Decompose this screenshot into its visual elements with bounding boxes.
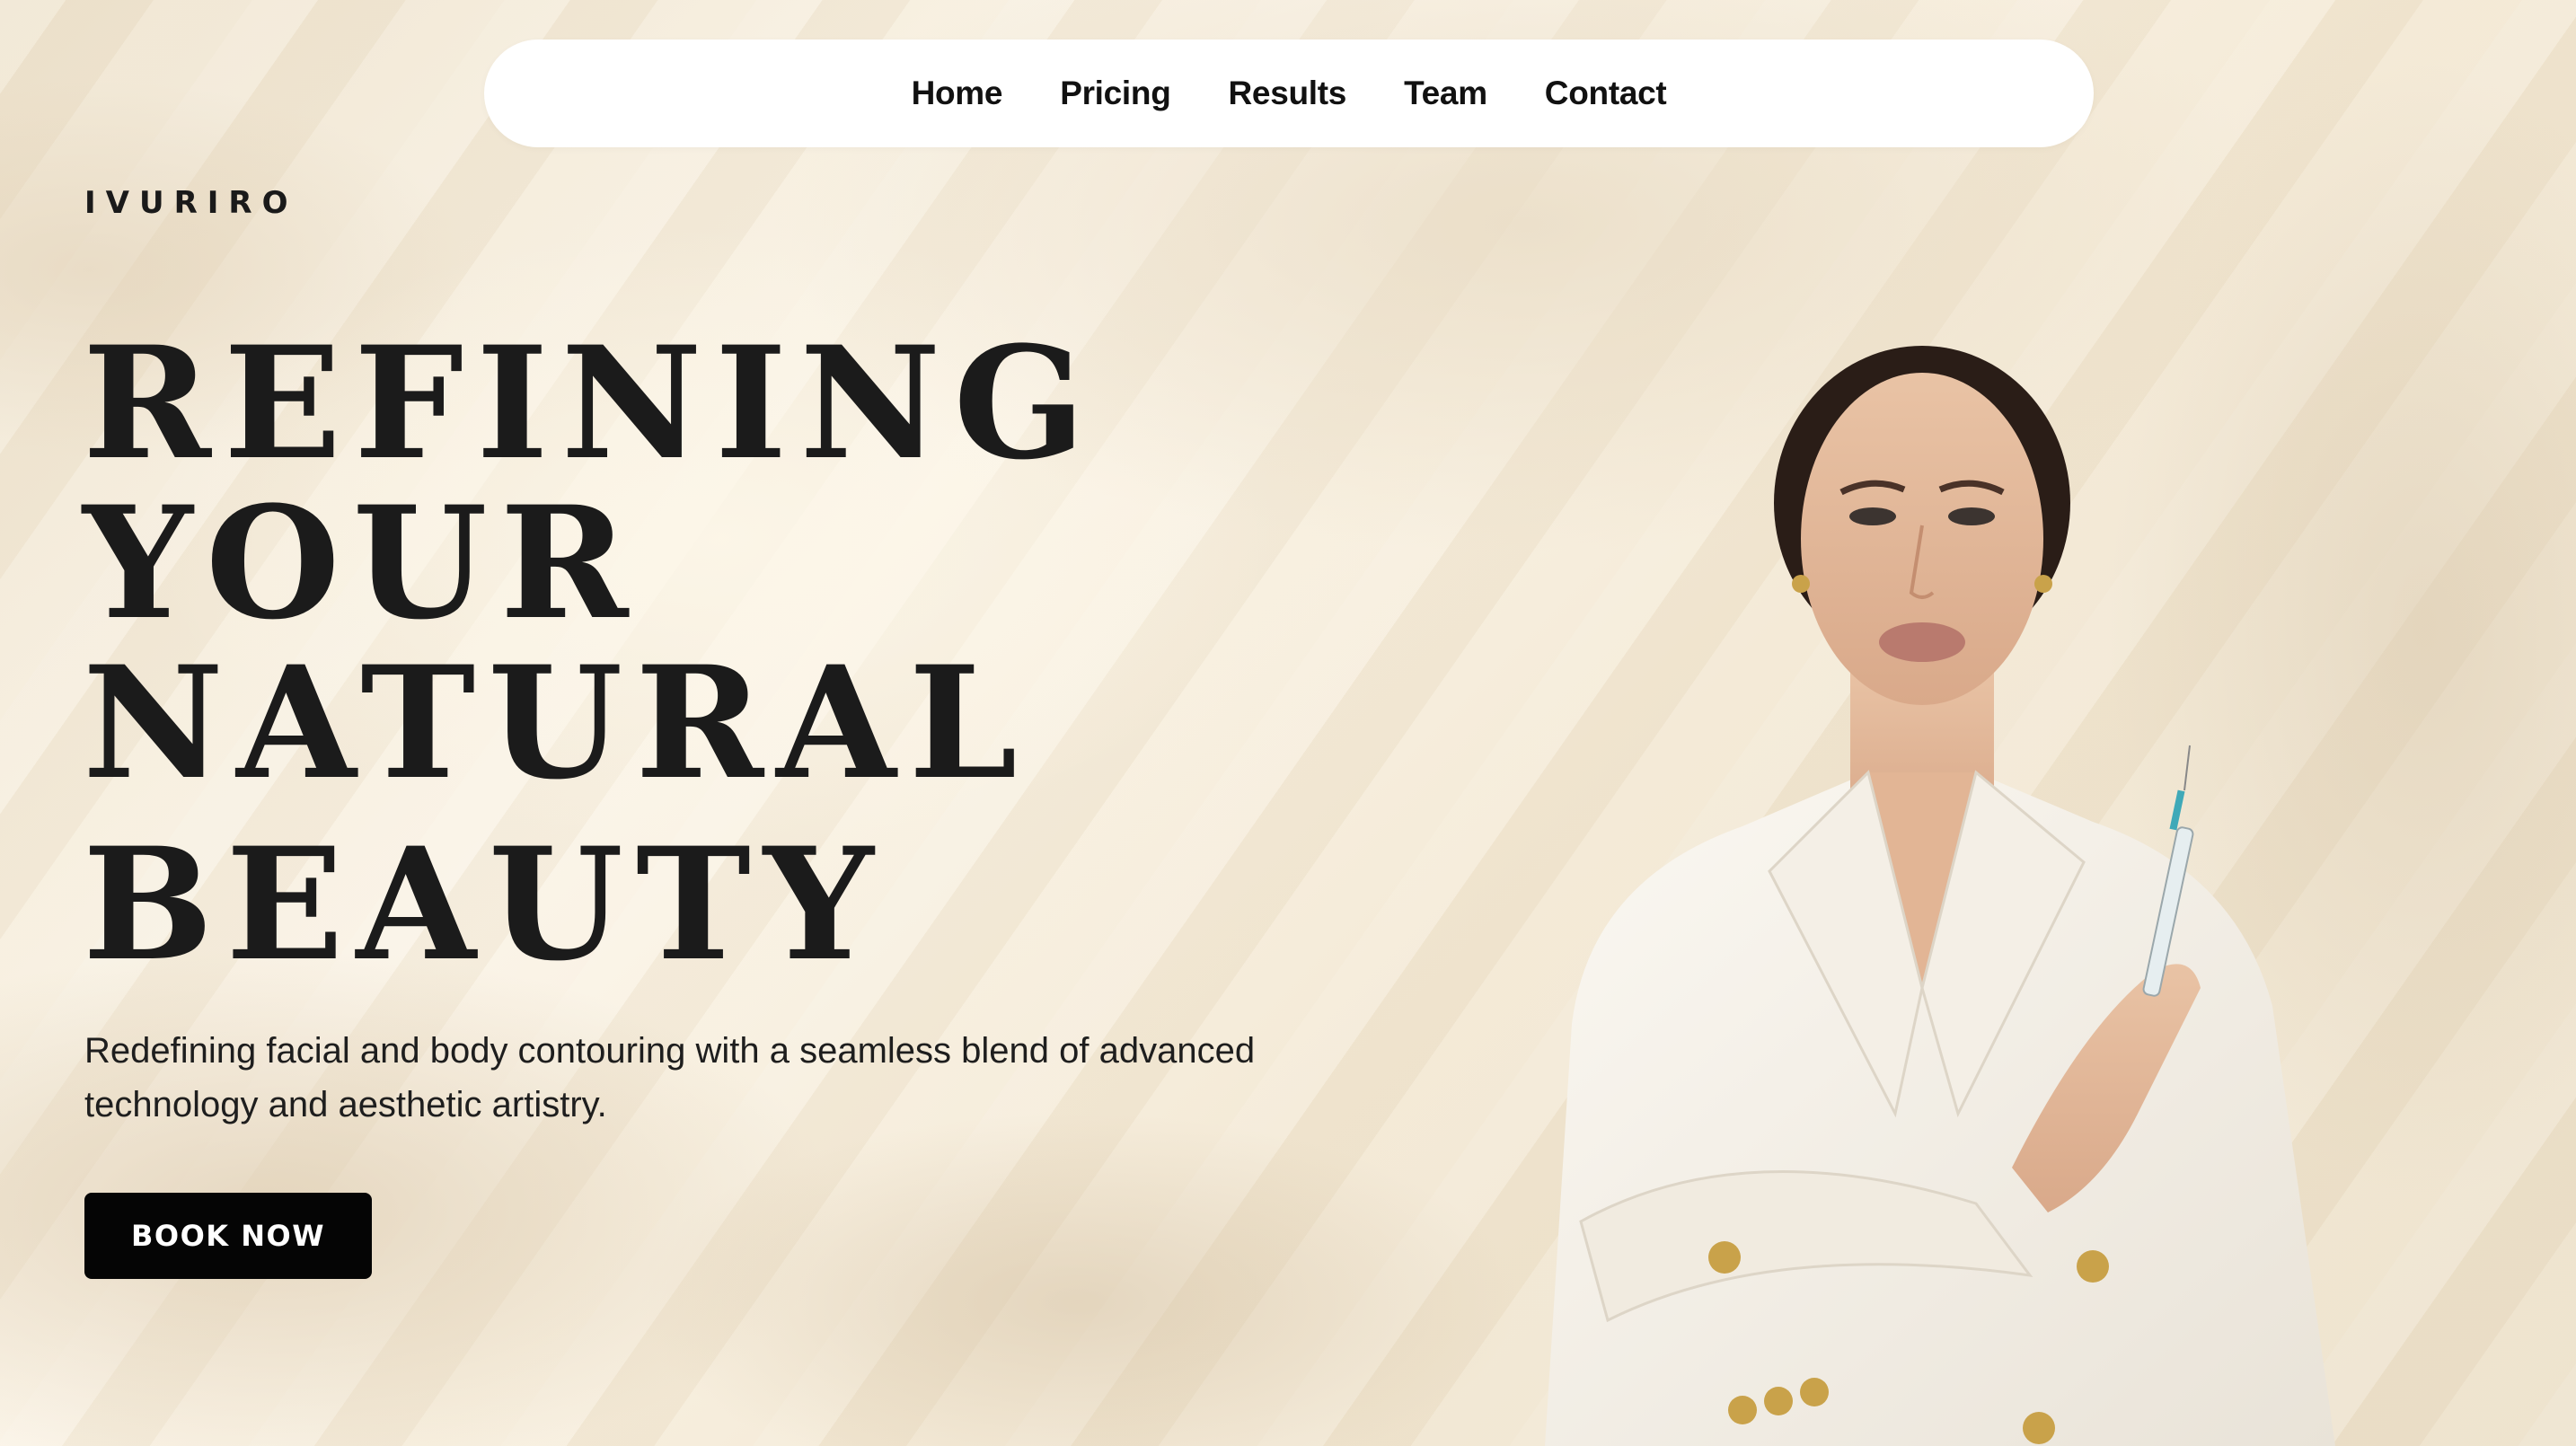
nav-results-link[interactable]: Results — [1229, 75, 1347, 112]
brand-logo[interactable]: IVURIRO — [84, 185, 298, 221]
top-navigation: Home Pricing Results Team Contact — [484, 40, 2094, 147]
hero-headline: REFINING YOUR NATURAL BEAUTY — [83, 323, 1098, 984]
headline-line-4: BEAUTY — [83, 813, 887, 995]
hero-portrait-image — [1545, 346, 2335, 1446]
nav-contact-link[interactable]: Contact — [1545, 75, 1667, 112]
nav-pricing-link[interactable]: Pricing — [1060, 75, 1171, 112]
nav-home-link[interactable]: Home — [912, 75, 1003, 112]
headline-line-3: NATURAL — [83, 631, 1030, 814]
book-now-button[interactable]: BOOK NOW — [84, 1193, 372, 1279]
headline-line-1: REFINING — [83, 312, 1098, 494]
headline-line-2: YOUR — [83, 472, 641, 654]
hero-subtitle: Redefining facial and body contouring wi… — [84, 1031, 1256, 1124]
nav-team-link[interactable]: Team — [1404, 75, 1487, 112]
